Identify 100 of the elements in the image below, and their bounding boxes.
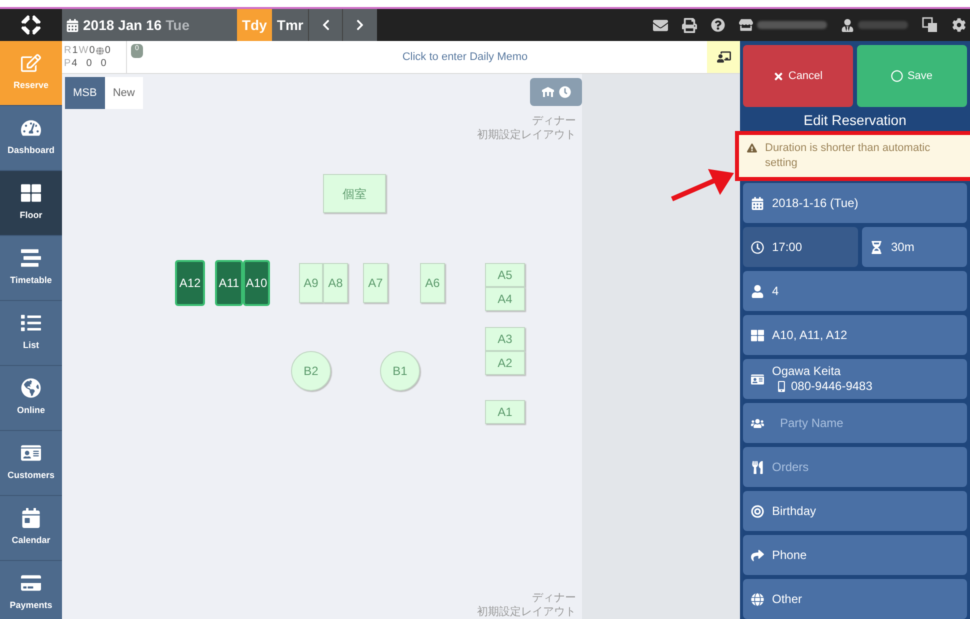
sidebar-item[interactable]: Floor — [0, 171, 62, 236]
mobile-phone-icon — [776, 381, 787, 392]
layout-label: 初期設定レイアウト — [477, 128, 576, 142]
panel-title: Edit Reservation — [802, 110, 908, 130]
table[interactable]: A1 — [485, 400, 525, 424]
table[interactable]: 個室 — [323, 174, 386, 213]
calendar-icon — [751, 196, 764, 210]
globe-icon — [96, 46, 104, 54]
settings-icon[interactable] — [952, 18, 966, 32]
table[interactable]: A3 — [485, 327, 525, 351]
form-field[interactable]: 17:00 — [743, 227, 858, 267]
form-field[interactable]: Other — [743, 579, 967, 619]
clock-icon — [559, 86, 571, 98]
previous-button[interactable] — [309, 9, 344, 41]
warning-icon — [747, 143, 757, 153]
help-icon[interactable] — [711, 18, 725, 32]
form-field[interactable]: 4 — [743, 271, 967, 311]
store-icon[interactable] — [739, 18, 753, 32]
table[interactable]: A4 — [485, 287, 525, 311]
round-table[interactable]: B2 — [291, 351, 331, 391]
form-field[interactable]: 30m — [862, 227, 967, 267]
table[interactable]: A2 — [485, 351, 525, 375]
count-text: P — [64, 57, 71, 70]
form-field[interactable]: Party Name — [743, 403, 967, 443]
field-placeholder: Party Name — [779, 415, 844, 432]
field-value: 30m — [891, 239, 914, 256]
round-table[interactable]: B1 — [380, 351, 420, 391]
form-field[interactable]: Birthday — [743, 491, 967, 531]
globe-icon — [21, 378, 41, 398]
board-icon[interactable] — [716, 50, 730, 64]
form-field[interactable]: 2018-1-16 (Tue) — [743, 183, 967, 223]
cancel-button[interactable]: Cancel — [743, 45, 853, 107]
close-icon — [773, 70, 784, 82]
table[interactable]: A11 — [215, 260, 243, 306]
layout-label: ディナー — [532, 114, 576, 128]
calendar-icon — [21, 508, 41, 528]
person-icon — [751, 284, 764, 298]
current-date: 2018 Jan 16 — [83, 16, 162, 34]
table[interactable]: A10 — [243, 260, 270, 306]
count-text: 4 — [72, 57, 78, 70]
table[interactable]: A7 — [363, 263, 388, 303]
grid-icon — [21, 183, 41, 204]
table[interactable]: A12 — [175, 260, 205, 306]
id-card-icon — [751, 372, 764, 386]
user-icon[interactable] — [841, 18, 854, 32]
table[interactable]: A5 — [485, 263, 525, 287]
field-value: 17:00 — [772, 239, 802, 256]
mail-icon[interactable] — [653, 18, 668, 32]
floor-tab[interactable]: New — [104, 77, 143, 109]
layout-time-button[interactable] — [530, 78, 582, 106]
count-text: W — [78, 44, 88, 57]
count-text: 1 — [72, 44, 78, 57]
people-icon — [751, 416, 764, 430]
day-button[interactable]: Tmr — [272, 9, 310, 41]
current-weekday: Tue — [166, 16, 190, 34]
count-text: 0 — [86, 57, 92, 70]
edit-icon — [21, 53, 41, 74]
hourglass-icon — [870, 240, 883, 254]
field-value: Other — [772, 591, 802, 608]
table[interactable]: A6 — [420, 263, 445, 303]
table[interactable]: A9 — [299, 263, 323, 303]
field-value: 4 — [772, 283, 779, 300]
count-text: 0 — [100, 57, 106, 70]
share-arrow-icon — [751, 548, 764, 562]
gauge-icon — [21, 118, 41, 138]
count-text: 0 — [104, 44, 110, 57]
daily-memo-button[interactable]: Click to enter Daily Memo — [143, 41, 707, 73]
form-field[interactable]: A10, A11, A12 — [743, 315, 967, 355]
field-placeholder: Orders — [772, 459, 809, 476]
print-icon[interactable] — [682, 18, 697, 32]
field-value: 2018-1-16 (Tue) — [772, 195, 858, 212]
table[interactable]: A8 — [323, 263, 348, 303]
warning-message: Duration is shorter than automatic setting — [739, 135, 970, 177]
fork-knife-icon — [751, 460, 764, 474]
globe-icon — [751, 592, 764, 606]
layout-label: 初期設定レイアウト — [477, 605, 576, 619]
blurred-store-name — [757, 21, 827, 29]
field-value: Phone — [772, 547, 807, 564]
blurred-user-name — [858, 21, 908, 29]
logo-icon[interactable] — [21, 15, 41, 35]
floor-tab[interactable]: MSB — [65, 77, 105, 109]
credit-card-icon — [21, 573, 41, 594]
target-icon — [751, 504, 764, 518]
clock-icon — [751, 240, 764, 254]
customer-name: Ogawa Keita — [772, 364, 842, 379]
customer-phone: 080-9446-9483 — [791, 379, 872, 394]
form-field[interactable]: Phone — [743, 535, 967, 575]
field-value: A10, A11, A12 — [772, 327, 848, 344]
grid-icon — [751, 328, 764, 342]
calendar-icon — [66, 18, 79, 32]
date-selector[interactable]: 2018 Jan 16 Tue — [62, 9, 237, 41]
form-field[interactable]: Orders — [743, 447, 967, 487]
count-text: R — [64, 44, 72, 57]
count-text: 0 — [89, 44, 95, 57]
layout-label: ディナー — [532, 591, 576, 605]
next-button[interactable] — [343, 9, 378, 41]
list-icon — [21, 313, 41, 334]
id-card-icon — [21, 443, 41, 464]
form-field[interactable]: Ogawa Keita 080-9446-9483 — [743, 359, 967, 399]
field-value: Birthday — [772, 503, 816, 520]
